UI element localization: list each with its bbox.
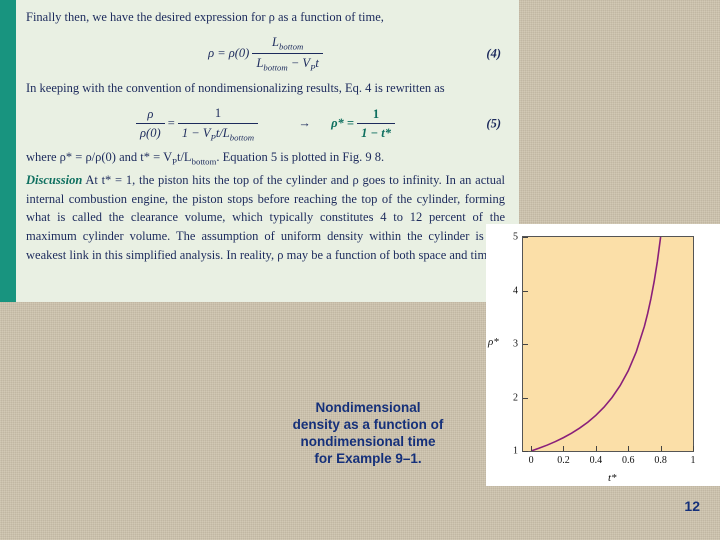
eq5-rhs-den: 1 − V <box>181 125 211 140</box>
eq5-arrow: → <box>298 115 311 130</box>
eq5-equals: = <box>167 115 175 130</box>
eq4-num-sub: bottom <box>279 41 304 52</box>
page-number: 12 <box>684 498 700 514</box>
chart-y-tick-mark <box>523 344 528 345</box>
chart-y-tick-label: 1 <box>513 445 518 457</box>
eq5-starred-fraction: 1 1 − t* <box>357 105 395 144</box>
eq5-rhs-den-sub2: bottom <box>229 132 255 142</box>
chart-y-tick-mark <box>523 397 528 399</box>
chart-y-tick-label: 5 <box>513 231 518 243</box>
where-line-part2: t/L <box>176 150 192 165</box>
where-line-part3: . Equation 5 is plotted in Fig. 9 8. <box>216 150 385 165</box>
figure-caption: Nondimensional density as a function of … <box>292 400 444 466</box>
convention-line: In keeping with the convention of nondim… <box>26 81 445 95</box>
chart-x-tick-label: 0.8 <box>654 455 667 466</box>
discussion-paragraph: Discussion At t* = 1, the piston hits th… <box>26 171 505 265</box>
eq4-den-sub: bottom <box>263 62 288 73</box>
discussion-text: At t* = 1, the piston hits the top of th… <box>26 172 506 262</box>
equation-5: ρ ρ(0) = 1 1 − VPt/Lbottom → ρ* = 1 1 − … <box>26 104 505 144</box>
equation-4-lhs: ρ = <box>208 45 226 60</box>
chart-x-tick-label: 0.6 <box>621 455 635 466</box>
chart-curve <box>530 237 662 451</box>
equation-4-fraction: Lbottom Lbottom − VPt <box>252 33 323 75</box>
chart-x-tick-label: 1 <box>690 455 696 466</box>
figure-chart-panel: ρ* t* 1 2 3 4 5 0 0.2 0.4 0.6 0.8 1 <box>486 224 720 486</box>
eq5-lhs-den: ρ(0) <box>140 126 161 141</box>
chart-x-tick-mark <box>660 446 662 451</box>
text-panel: Finally then, we have the desired expres… <box>0 0 519 302</box>
equation-4: ρ = ρ(0) Lbottom Lbottom − VPt (4) <box>26 33 505 75</box>
intro-line: Finally then, we have the desired expres… <box>26 10 384 24</box>
chart-y-tick-mark <box>523 451 528 452</box>
chart-y-axis-label: ρ* <box>488 336 499 348</box>
chart-y-tick-mark <box>523 237 528 238</box>
chart-x-tick-mark <box>693 446 694 451</box>
eq5-lhs-num: ρ <box>136 105 165 125</box>
eq4-num: L <box>272 34 279 49</box>
eq5-lhs-fraction: ρ ρ(0) <box>136 105 165 144</box>
eq5-rhs-den-rest: t/L <box>215 125 230 140</box>
eq5-rhs-num: 1 <box>177 104 259 124</box>
chart-x-tick-mark <box>595 446 597 451</box>
equation-4-rho0: ρ(0) <box>228 45 250 60</box>
chart-x-tick-label: 0.4 <box>589 455 603 466</box>
chart-y-tick-label: 3 <box>513 338 518 350</box>
eq5-starred-den: 1 − t* <box>361 126 391 141</box>
chart-y-tick-label: 2 <box>513 392 518 403</box>
where-line-part1: where ρ* = ρ/ρ(0) and t* = V <box>26 150 173 165</box>
chart-x-axis-label: t* <box>608 472 617 484</box>
equation-5-number: (5) <box>486 116 501 131</box>
chart-y-tick-label: 4 <box>513 285 518 296</box>
chart-plot-area: 1 2 3 4 5 0 0.2 0.4 0.6 0.8 1 <box>513 232 696 467</box>
eq5-rhs-fraction: 1 1 − VPt/Lbottom <box>177 104 259 144</box>
eq4-den-tail: t <box>315 56 319 71</box>
discussion-label: Discussion <box>26 172 83 187</box>
chart-x-tick-mark <box>563 446 565 451</box>
equation-4-number: (4) <box>486 46 501 61</box>
chart-y-tick-mark <box>523 290 528 292</box>
eq5-starred-lhs: ρ* = <box>331 115 355 130</box>
chart-x-tick-label: 0.2 <box>557 455 570 466</box>
where-line: where ρ* = ρ/ρ(0) and t* = VPt/Lbottom. … <box>26 150 385 167</box>
eq5-starred-num: 1 <box>357 105 395 125</box>
chart-x-tick-label: 0 <box>528 455 534 466</box>
chart-x-tick-mark <box>531 446 533 451</box>
eq4-den-rest: − V <box>287 56 311 71</box>
chart-x-tick-mark <box>628 446 630 451</box>
